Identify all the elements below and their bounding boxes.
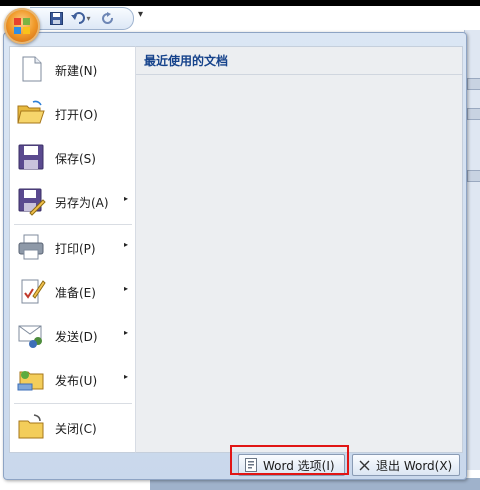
annotation-highlight xyxy=(230,445,349,475)
submenu-arrow-icon: ▸ xyxy=(123,284,128,293)
menu-item-send[interactable]: 发送(D) ▸ xyxy=(10,313,136,357)
menu-item-print[interactable]: 打印(P) ▸ xyxy=(10,225,136,269)
submenu-arrow-icon: ▸ xyxy=(123,194,128,203)
new-document-icon xyxy=(22,56,42,82)
menu-item-label: 发送(D) xyxy=(55,330,98,344)
exit-word-label: 退出 Word(X) xyxy=(376,458,453,473)
menu-command-list: 新建(N) 打开(O) 保存(S) 另存为(A) ▸ 打印(P) ▸ 准备(E)… xyxy=(9,46,137,453)
save-as-icon xyxy=(18,188,46,216)
exit-word-button[interactable]: 退出 Word(X) xyxy=(352,454,460,476)
menu-item-label: 关闭(C) xyxy=(55,422,97,436)
office-button[interactable] xyxy=(4,8,40,44)
menu-item-close[interactable]: 关闭(C) xyxy=(10,405,136,449)
menu-item-publish[interactable]: 发布(U) ▸ xyxy=(10,357,136,401)
customize-toolbar-icon[interactable]: ▾ xyxy=(138,9,143,20)
office-logo-icon xyxy=(14,18,30,34)
menu-separator xyxy=(14,403,132,404)
print-icon xyxy=(18,234,44,260)
prepare-icon xyxy=(21,279,46,304)
open-folder-icon xyxy=(17,100,45,124)
save-icon[interactable] xyxy=(48,10,64,26)
menu-item-label: 打印(P) xyxy=(55,242,96,256)
publish-icon xyxy=(17,371,44,391)
menu-item-label: 保存(S) xyxy=(55,152,96,166)
close-icon xyxy=(359,460,370,471)
menu-item-save-as[interactable]: 另存为(A) ▸ xyxy=(10,179,136,223)
submenu-arrow-icon: ▸ xyxy=(123,328,128,337)
submenu-arrow-icon: ▸ xyxy=(123,240,128,249)
save-icon xyxy=(18,144,44,170)
menu-item-label: 另存为(A) xyxy=(55,196,109,210)
menu-item-label: 新建(N) xyxy=(55,64,98,78)
menu-item-label: 准备(E) xyxy=(55,286,96,300)
submenu-arrow-icon: ▸ xyxy=(123,372,128,381)
quick-access-toolbar: ▾ xyxy=(30,7,134,30)
window-top-edge xyxy=(0,0,480,6)
menu-item-label: 打开(O) xyxy=(55,108,98,122)
office-menu: 新建(N) 打开(O) 保存(S) 另存为(A) ▸ 打印(P) ▸ 准备(E)… xyxy=(3,32,467,480)
redo-icon[interactable] xyxy=(100,10,116,26)
menu-item-save[interactable]: 保存(S) xyxy=(10,135,136,179)
recent-documents-pane: 最近使用的文档 xyxy=(135,46,463,453)
undo-icon[interactable]: ▾ xyxy=(70,10,92,26)
recent-documents-title: 最近使用的文档 xyxy=(136,47,462,75)
menu-item-open[interactable]: 打开(O) xyxy=(10,91,136,135)
menu-item-prepare[interactable]: 准备(E) ▸ xyxy=(10,269,136,313)
send-icon xyxy=(18,325,42,348)
menu-item-label: 发布(U) xyxy=(55,374,98,388)
close-folder-icon xyxy=(18,414,44,439)
menu-item-new[interactable]: 新建(N) xyxy=(10,47,136,91)
